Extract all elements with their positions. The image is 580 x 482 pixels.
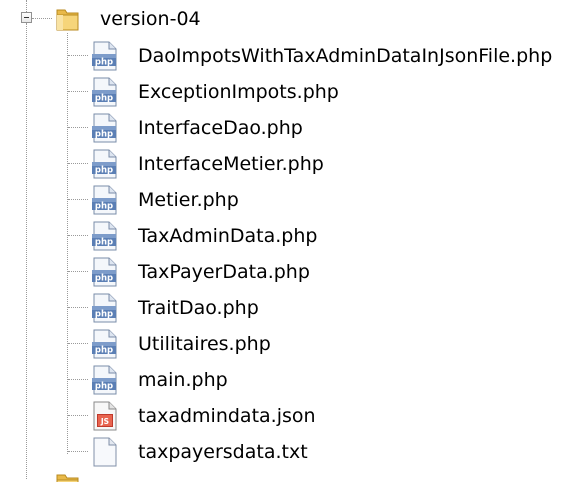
collapse-toggle-button[interactable] xyxy=(21,12,32,23)
tree-guide-connector xyxy=(68,307,88,308)
file-tree: version-04 php DaoImpotsWithTaxAdminDataI… xyxy=(0,0,580,482)
tree-guide-connector xyxy=(68,91,88,92)
file-item[interactable]: php InterfaceDao.php xyxy=(0,110,580,146)
file-label[interactable]: Utilitaires.php xyxy=(138,332,271,356)
php-file-icon: php xyxy=(91,77,119,107)
file-label[interactable]: InterfaceDao.php xyxy=(138,116,303,140)
svg-text:JS: JS xyxy=(100,417,109,426)
file-item[interactable]: php Metier.php xyxy=(0,182,580,218)
php-file-icon: php xyxy=(91,149,119,179)
tree-guide-connector xyxy=(68,199,88,200)
file-item[interactable]: php TaxPayerData.php xyxy=(0,254,580,290)
tree-guide-connector xyxy=(68,235,88,236)
tree-guide-connector xyxy=(68,343,88,344)
folder-icon xyxy=(54,5,82,33)
php-file-icon: php xyxy=(91,41,119,71)
file-label[interactable]: TaxAdminData.php xyxy=(138,224,317,248)
tree-guide-connector xyxy=(68,451,88,452)
file-item[interactable]: php ExceptionImpots.php xyxy=(0,74,580,110)
svg-text:php: php xyxy=(95,238,113,248)
text-file-icon xyxy=(91,437,119,467)
file-label[interactable]: taxpayersdata.txt xyxy=(138,440,308,464)
file-label[interactable]: TraitDao.php xyxy=(138,296,259,320)
svg-text:php: php xyxy=(95,166,113,176)
file-item[interactable]: php DaoImpotsWithTaxAdminDataInJsonFile.p… xyxy=(0,38,580,74)
file-label[interactable]: TaxPayerData.php xyxy=(138,260,310,284)
tree-guide-connector xyxy=(68,127,88,128)
file-item[interactable]: php main.php xyxy=(0,362,580,398)
json-file-icon: JS xyxy=(91,401,119,431)
tree-guide-connector xyxy=(68,379,88,380)
file-item[interactable]: php TaxAdminData.php xyxy=(0,218,580,254)
file-item[interactable]: JS taxadmindata.json xyxy=(0,398,580,434)
file-label[interactable]: main.php xyxy=(138,368,228,392)
tree-guide-folder-connector xyxy=(32,18,52,19)
svg-text:php: php xyxy=(95,346,113,356)
file-label[interactable]: Metier.php xyxy=(138,188,239,212)
tree-guide-root xyxy=(26,0,27,12)
file-label[interactable]: taxadmindata.json xyxy=(138,404,316,428)
php-file-icon: php xyxy=(91,257,119,287)
file-item[interactable]: php TraitDao.php xyxy=(0,290,580,326)
file-item[interactable]: php Utilitaires.php xyxy=(0,326,580,362)
svg-text:php: php xyxy=(95,94,113,104)
svg-text:php: php xyxy=(95,130,113,140)
php-file-icon: php xyxy=(91,293,119,323)
tree-guide-connector xyxy=(68,163,88,164)
tree-guide-connector xyxy=(68,271,88,272)
file-label[interactable]: DaoImpotsWithTaxAdminDataInJsonFile.php xyxy=(138,44,552,68)
file-label[interactable]: InterfaceMetier.php xyxy=(138,152,324,176)
svg-text:php: php xyxy=(95,382,113,392)
php-file-icon: php xyxy=(91,113,119,143)
tree-guide-connector xyxy=(68,415,88,416)
svg-text:php: php xyxy=(95,310,113,320)
svg-text:php: php xyxy=(95,58,113,68)
php-file-icon: php xyxy=(91,221,119,251)
php-file-icon: php xyxy=(91,365,119,395)
svg-text:php: php xyxy=(95,274,113,284)
file-label[interactable]: ExceptionImpots.php xyxy=(138,80,339,104)
file-item[interactable]: php InterfaceMetier.php xyxy=(0,146,580,182)
php-file-icon: php xyxy=(91,329,119,359)
svg-text:php: php xyxy=(95,202,113,212)
tree-guide-connector xyxy=(68,55,88,56)
php-file-icon: php xyxy=(91,185,119,215)
next-folder-icon xyxy=(54,470,82,482)
file-item[interactable]: taxpayersdata.txt xyxy=(0,434,580,470)
folder-label[interactable]: version-04 xyxy=(100,7,201,31)
